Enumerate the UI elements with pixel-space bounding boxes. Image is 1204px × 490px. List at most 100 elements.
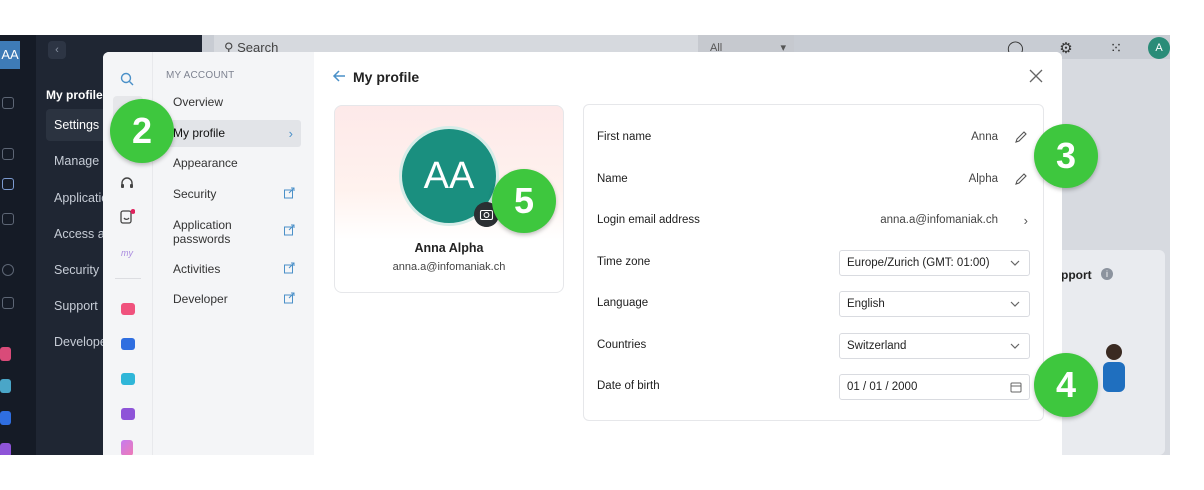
app-icon-x[interactable] xyxy=(0,347,11,361)
first-name-value: Anna xyxy=(971,131,998,143)
time-zone-row: Time zone Europe/Zurich (GMT: 01:00) xyxy=(584,242,1043,283)
external-link-icon xyxy=(284,224,295,236)
app-icon-purple[interactable] xyxy=(0,443,11,455)
calendar-icon[interactable] xyxy=(2,213,14,225)
login-email-label: Login email address xyxy=(597,214,700,226)
profile-form: First name Anna Name Alpha Login email a… xyxy=(583,104,1044,421)
nav-item-label: Developer xyxy=(173,292,228,306)
language-value: English xyxy=(847,298,885,310)
nav-item-label: Application passwords xyxy=(173,218,232,246)
home-icon[interactable] xyxy=(2,97,14,109)
background-sidebar-item-access[interactable]: Access ar xyxy=(54,227,109,241)
close-icon[interactable] xyxy=(1029,69,1043,83)
sync-icon[interactable] xyxy=(119,209,135,225)
calendar-icon[interactable] xyxy=(1010,381,1022,393)
account-nav: MY ACCOUNT Overview My profile › Appearan… xyxy=(153,52,314,455)
background-sidebar-item-security[interactable]: Security xyxy=(54,263,99,277)
rail-divider xyxy=(115,278,141,279)
step-badge-2: 2 xyxy=(110,99,174,163)
first-name-label: First name xyxy=(597,131,652,143)
chevron-down-icon xyxy=(1010,343,1020,349)
nav-section-label: MY ACCOUNT xyxy=(166,70,235,81)
background-sidebar-item-developer[interactable]: Develope xyxy=(54,335,107,349)
first-name-row: First name Anna xyxy=(584,117,1043,158)
step-badge-3: 3 xyxy=(1034,124,1098,188)
profile-content: My profile AA Anna Alpha anna.a@infomani… xyxy=(314,52,1062,455)
back-arrow-icon[interactable] xyxy=(332,68,346,84)
nav-item-activities[interactable]: Activities xyxy=(161,256,301,283)
name-value: Alpha xyxy=(968,173,998,185)
my-kmail-icon[interactable]: my xyxy=(119,245,135,261)
countries-row: Countries Switzerland xyxy=(584,325,1043,366)
account-settings-modal: my MY ACCOUNT Overview My profile › Appea… xyxy=(103,52,1062,455)
countries-select[interactable]: Switzerland xyxy=(839,333,1030,359)
nav-item-security[interactable]: Security xyxy=(161,181,301,208)
nav-item-my-profile[interactable]: My profile › xyxy=(161,120,301,147)
nav-item-appearance[interactable]: Appearance xyxy=(161,150,301,177)
background-top-avatar[interactable]: A xyxy=(1148,37,1170,59)
nav-item-label: My profile xyxy=(173,126,226,140)
pencil-icon[interactable] xyxy=(1014,130,1028,144)
collapse-sidebar-button[interactable]: ‹ xyxy=(48,41,66,59)
search-icon[interactable] xyxy=(119,71,135,87)
name-row: Name Alpha xyxy=(584,159,1043,200)
chevron-down-icon xyxy=(1010,260,1020,266)
external-link-icon xyxy=(284,262,295,274)
grid-icon[interactable] xyxy=(2,148,14,160)
time-zone-label: Time zone xyxy=(597,256,651,268)
nav-item-label: Overview xyxy=(173,95,224,109)
date-of-birth-label: Date of birth xyxy=(597,380,660,392)
nav-item-overview[interactable]: Overview xyxy=(161,89,301,116)
date-of-birth-row: Date of birth 01 / 01 / 2000 xyxy=(584,366,1043,407)
app-icon-disc[interactable] xyxy=(0,379,11,393)
pencil-icon[interactable] xyxy=(1014,172,1028,186)
app-icon-cube[interactable] xyxy=(0,411,11,425)
language-row: Language English xyxy=(584,283,1043,324)
background-sidebar-title: My profile xyxy=(46,88,103,102)
chevron-right-icon[interactable]: › xyxy=(1024,200,1028,241)
app-chip-cyan-icon[interactable] xyxy=(121,373,135,385)
tools-icon[interactable] xyxy=(2,297,14,309)
login-email-row[interactable]: Login email address anna.a@infomaniak.ch… xyxy=(584,200,1043,241)
chevron-right-icon: › xyxy=(288,126,293,141)
date-of-birth-input[interactable]: 01 / 01 / 2000 xyxy=(839,374,1030,400)
nav-item-application-passwords[interactable]: Application passwords xyxy=(161,215,301,249)
users-icon[interactable] xyxy=(2,178,14,190)
background-app-rail: AA xyxy=(0,35,36,455)
chevron-down-icon xyxy=(1010,301,1020,307)
profile-full-name: Anna Alpha xyxy=(414,241,484,255)
profile-email: anna.a@infomaniak.ch xyxy=(392,261,506,273)
help-icon[interactable] xyxy=(2,264,14,276)
screen-area: AA ‹ My profile Settings Manage p Applic… xyxy=(0,35,1170,455)
support-person-illustration xyxy=(1103,344,1125,392)
nav-item-developer[interactable]: Developer xyxy=(161,286,301,313)
app-chip-purple-icon[interactable] xyxy=(121,408,135,420)
nav-item-label: Appearance xyxy=(173,156,238,170)
time-zone-select[interactable]: Europe/Zurich (GMT: 01:00) xyxy=(839,250,1030,276)
time-zone-value: Europe/Zurich (GMT: 01:00) xyxy=(847,257,990,269)
step-badge-5: 5 xyxy=(492,169,556,233)
support-card-title: pport xyxy=(1061,268,1092,282)
apps-grid-icon[interactable]: ⁙ xyxy=(1108,41,1124,57)
background-sidebar-item-applications[interactable]: Applicatio xyxy=(54,191,108,205)
step-badge-4: 4 xyxy=(1034,353,1098,417)
login-email-value: anna.a@infomaniak.ch xyxy=(880,214,998,226)
language-select[interactable]: English xyxy=(839,291,1030,317)
language-label: Language xyxy=(597,297,649,309)
external-link-icon xyxy=(284,187,295,199)
app-chip-blue-icon[interactable] xyxy=(121,338,135,350)
page-title: My profile xyxy=(353,69,420,85)
background-sidebar-item-support[interactable]: Support xyxy=(54,299,98,313)
countries-value: Switzerland xyxy=(847,340,907,352)
background-sidebar-item-manage[interactable]: Manage p xyxy=(54,154,110,168)
name-label: Name xyxy=(597,173,628,185)
nav-item-label: Security xyxy=(173,187,217,201)
external-link-icon xyxy=(284,292,295,304)
app-chip-pink-icon[interactable] xyxy=(121,303,135,315)
countries-label: Countries xyxy=(597,339,647,351)
headset-icon[interactable] xyxy=(119,175,135,191)
info-icon: i xyxy=(1101,268,1113,280)
app-chip-k-icon[interactable] xyxy=(121,440,133,455)
date-of-birth-value: 01 / 01 / 2000 xyxy=(847,381,918,393)
background-user-avatar[interactable]: AA xyxy=(0,41,20,69)
